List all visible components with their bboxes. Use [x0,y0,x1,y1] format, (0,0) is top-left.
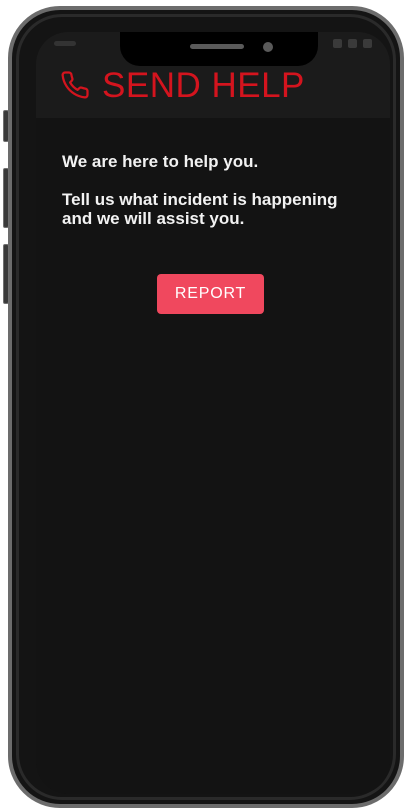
signal-icon [333,39,342,48]
battery-icon [363,39,372,48]
app-screen: SEND HELP We are here to help you. Tell … [36,32,390,794]
app-title: SEND HELP [102,66,305,105]
report-button[interactable]: REPORT [157,274,264,314]
volume-up-button [3,168,9,228]
speaker-grille [190,44,244,49]
greeting-text: We are here to help you. [62,152,259,171]
status-bar-right [333,39,372,48]
phone-icon [61,71,89,99]
phone-frame: SEND HELP We are here to help you. Tell … [8,6,404,808]
wifi-icon [348,39,357,48]
volume-down-button [3,244,9,304]
status-bar-left [54,41,76,46]
instruction-text: Tell us what incident is happening and w… [62,190,338,228]
front-camera [263,42,273,52]
phone-notch [120,32,318,66]
mute-switch [3,110,9,142]
app-header: SEND HELP [36,32,390,118]
intro-text: We are here to help you. Tell us what in… [62,152,372,228]
